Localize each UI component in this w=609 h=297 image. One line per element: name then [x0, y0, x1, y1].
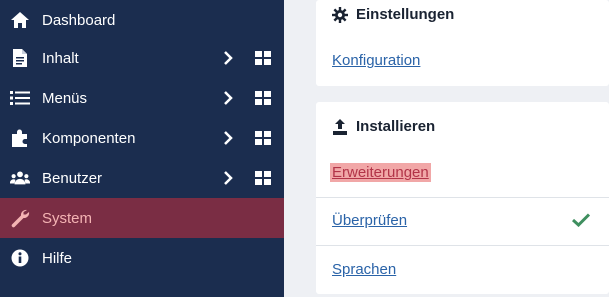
link-ueberpruefen[interactable]: Überprüfen [332, 212, 407, 229]
chevron-right-icon[interactable] [221, 91, 235, 105]
chevron-right-icon[interactable] [221, 171, 235, 185]
users-icon [10, 168, 30, 188]
upload-icon [333, 118, 347, 135]
dashboard-grid-icon[interactable] [254, 170, 272, 186]
list-icon [10, 88, 30, 108]
install-card-title-text: Installieren [356, 118, 436, 135]
gear-icon [332, 6, 348, 23]
chevron-right-icon[interactable] [221, 51, 235, 65]
checkmark-icon [572, 212, 590, 228]
sidebar-item-label: Menüs [42, 89, 88, 107]
install-card-title: Installieren [332, 118, 435, 135]
sidebar-item-label: Hilfe [42, 249, 73, 267]
dashboard-grid-icon[interactable] [254, 130, 272, 146]
sidebar-item-label: Komponenten [42, 129, 136, 147]
puzzle-icon [10, 128, 30, 148]
settings-card-title: Einstellungen [332, 6, 454, 23]
file-icon [10, 48, 30, 68]
sidebar-item-dashboard[interactable]: Dashboard [0, 0, 284, 40]
info-icon [10, 248, 30, 268]
home-icon [10, 10, 30, 30]
link-konfiguration[interactable]: Konfiguration [332, 52, 420, 69]
sidebar-item-system[interactable]: System [0, 198, 284, 238]
sidebar-item-label: Dashboard [42, 11, 116, 29]
dashboard-grid-icon[interactable] [254, 90, 272, 106]
sidebar-item-label: Benutzer [42, 169, 103, 187]
settings-card: Einstellungen Konfiguration [316, 0, 609, 86]
settings-card-title-text: Einstellungen [356, 6, 455, 23]
link-erweiterungen[interactable]: Erweiterungen [330, 163, 431, 182]
wrench-icon [10, 208, 30, 228]
sidebar-item-komponenten[interactable]: Komponenten [0, 118, 284, 158]
sidebar-item-label: Inhalt [42, 49, 79, 67]
sidebar-item-benutzer[interactable]: Benutzer [0, 158, 284, 198]
divider [316, 245, 609, 246]
divider [316, 197, 609, 198]
sidebar: Dashboard Inhalt Menüs Komponenten Benut… [0, 0, 284, 297]
sidebar-item-hilfe[interactable]: Hilfe [0, 238, 284, 278]
chevron-right-icon[interactable] [221, 131, 235, 145]
sidebar-item-label: System [42, 209, 93, 227]
sidebar-item-menus[interactable]: Menüs [0, 78, 284, 118]
sidebar-item-inhalt[interactable]: Inhalt [0, 38, 284, 78]
link-sprachen[interactable]: Sprachen [332, 261, 396, 278]
install-card: Installieren Erweiterungen Überprüfen Sp… [316, 102, 609, 294]
dashboard-grid-icon[interactable] [254, 50, 272, 66]
